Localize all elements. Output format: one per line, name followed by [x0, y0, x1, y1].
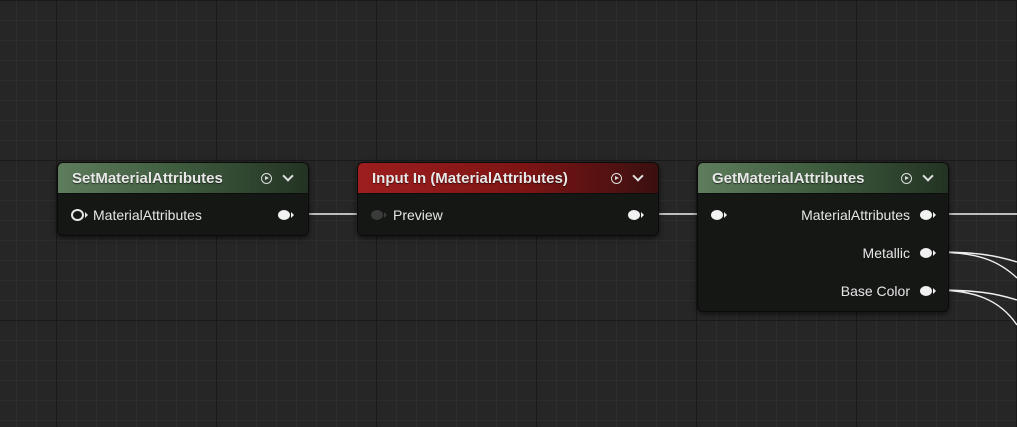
chevron-down-icon[interactable]: [918, 168, 938, 188]
output-pin[interactable]: [920, 286, 936, 296]
get-material-attributes-node[interactable]: GetMaterialAttributes MaterialAttributes…: [697, 162, 949, 312]
output-pin-row: [278, 205, 294, 225]
node-title: Input In (MaterialAttributes): [372, 169, 568, 187]
pin-label: MaterialAttributes: [93, 207, 202, 223]
input-in-node[interactable]: Input In (MaterialAttributes) Preview: [357, 162, 659, 236]
pin-row-materialattributes-out: MaterialAttributes: [801, 205, 936, 225]
input-pin[interactable]: [71, 209, 88, 221]
pin-label: Base Color: [840, 283, 910, 299]
input-pin[interactable]: [371, 210, 387, 220]
chevron-down-icon[interactable]: [278, 168, 298, 188]
node-header[interactable]: SetMaterialAttributes: [58, 163, 308, 194]
output-pin-row: [628, 205, 644, 225]
set-material-attributes-node[interactable]: SetMaterialAttributes MaterialAttributes: [57, 162, 309, 236]
play-circle-icon[interactable]: [606, 168, 626, 188]
pin-row-metallic-out: Metallic: [862, 243, 936, 263]
output-pin[interactable]: [278, 210, 294, 220]
input-pin[interactable]: [711, 210, 727, 220]
output-pin[interactable]: [920, 248, 936, 258]
play-circle-icon[interactable]: [896, 168, 916, 188]
node-title: SetMaterialAttributes: [72, 169, 223, 187]
play-circle-icon[interactable]: [256, 168, 276, 188]
chevron-down-icon[interactable]: [628, 168, 648, 188]
node-header[interactable]: GetMaterialAttributes: [698, 163, 948, 194]
pin-row-preview-in: Preview: [371, 205, 443, 225]
node-title: GetMaterialAttributes: [712, 169, 865, 187]
output-pin[interactable]: [920, 210, 936, 220]
pin-label: MaterialAttributes: [801, 207, 910, 223]
output-pin[interactable]: [628, 210, 644, 220]
node-header[interactable]: Input In (MaterialAttributes): [358, 163, 658, 194]
input-pin-row: [711, 205, 727, 225]
pin-row-basecolor-out: Base Color: [840, 281, 936, 301]
pin-label: Metallic: [862, 245, 910, 261]
pin-row-materialattributes-in: MaterialAttributes: [71, 205, 202, 225]
pin-label: Preview: [393, 207, 443, 223]
